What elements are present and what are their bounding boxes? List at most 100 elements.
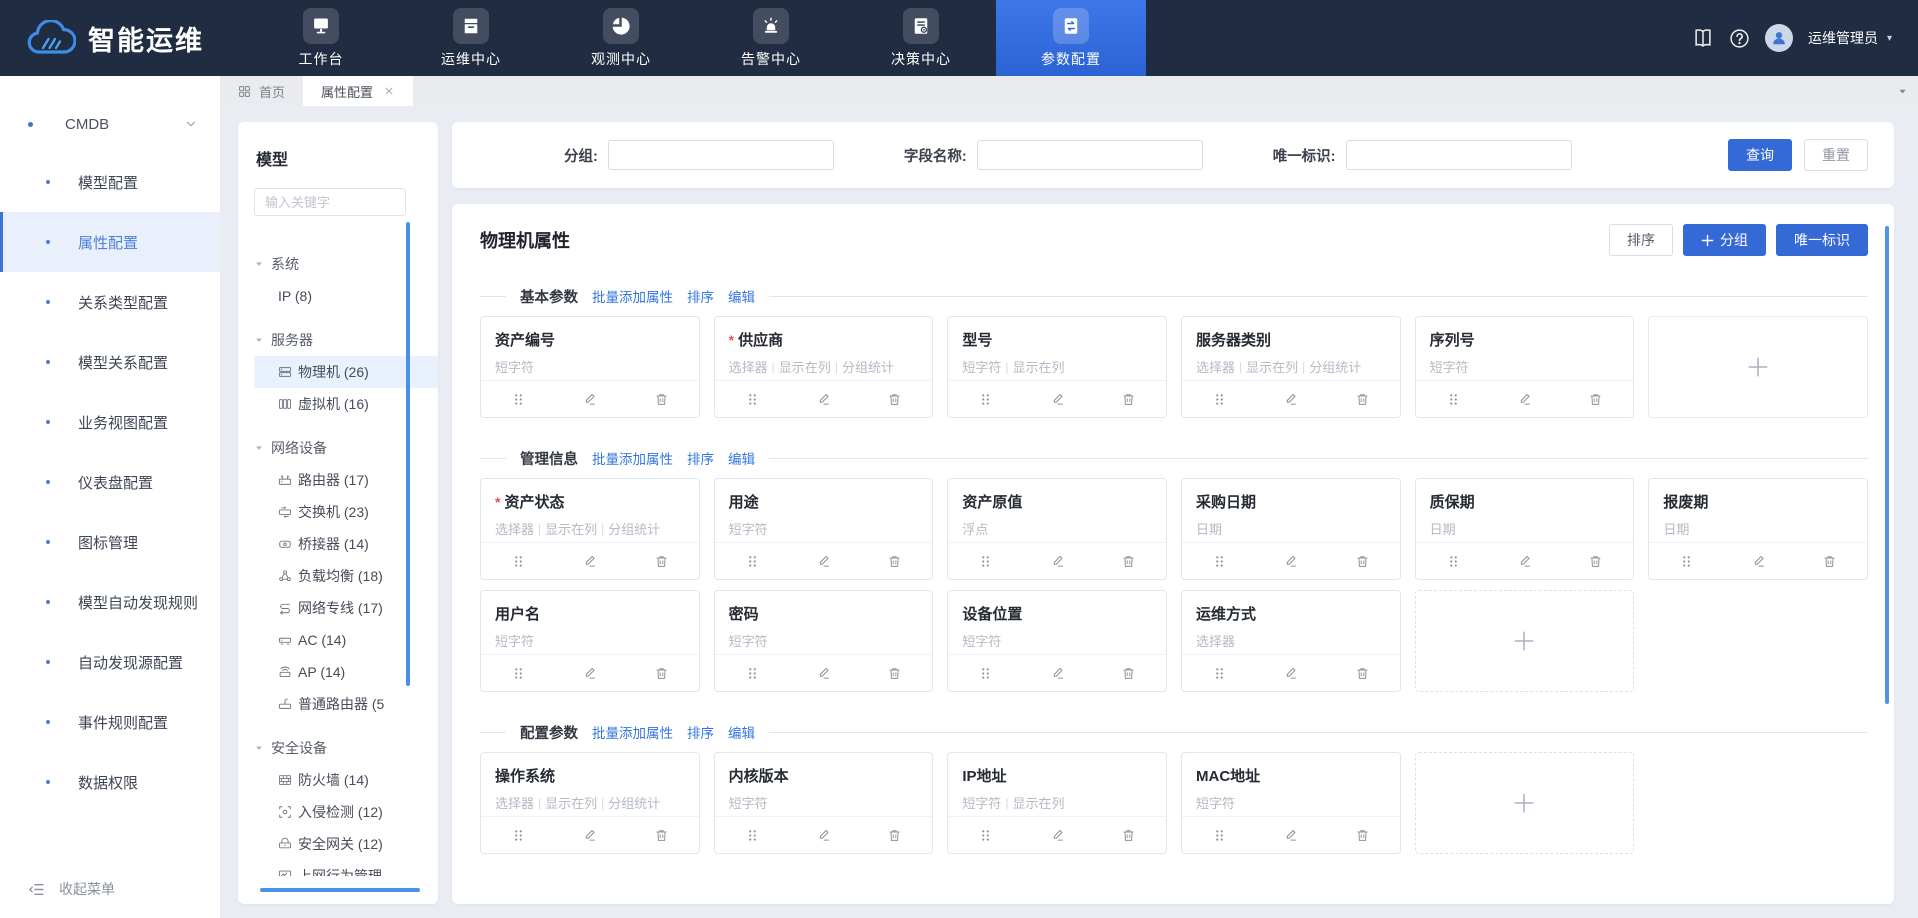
drag-handle-icon[interactable] xyxy=(745,828,760,843)
add-management-attribute-button[interactable] xyxy=(1415,590,1635,692)
drag-handle-icon[interactable] xyxy=(511,828,526,843)
topnav-item-alert-center[interactable]: 告警中心 xyxy=(696,0,846,76)
edit-icon[interactable] xyxy=(1517,392,1532,407)
tree-item-firewall[interactable]: 防火墙 (14) xyxy=(254,764,438,796)
tree-group-system[interactable]: 系统 xyxy=(254,248,438,280)
delete-icon[interactable] xyxy=(1121,666,1136,681)
tree-item-router[interactable]: 路由器 (17) xyxy=(254,464,438,496)
edit-icon[interactable] xyxy=(582,666,597,681)
collapse-menu-button[interactable]: 收起菜单 xyxy=(0,860,220,918)
group-link-sort[interactable]: 排序 xyxy=(687,286,714,306)
sidebar-item-attribute-config[interactable]: 属性配置 xyxy=(0,212,220,272)
edit-icon[interactable] xyxy=(582,392,597,407)
edit-icon[interactable] xyxy=(1050,666,1065,681)
group-link-batch-add-attribute[interactable]: 批量添加属性 xyxy=(592,722,673,742)
tree-item-security-gateway[interactable]: 安全网关 (12) xyxy=(254,828,438,860)
tabbar-dropdown-caret[interactable] xyxy=(1897,76,1918,106)
unique-id-button[interactable]: 唯一标识 xyxy=(1776,224,1868,256)
tree-item-virtual-machine[interactable]: 虚拟机 (16) xyxy=(254,388,438,420)
sidebar-item-model-relation-config[interactable]: 模型关系配置 xyxy=(0,332,220,392)
edit-icon[interactable] xyxy=(816,666,831,681)
drag-handle-icon[interactable] xyxy=(745,392,760,407)
model-tree-vertical-scrollbar[interactable] xyxy=(406,222,410,686)
drag-handle-icon[interactable] xyxy=(511,392,526,407)
docs-book-icon[interactable] xyxy=(1692,27,1714,49)
drag-handle-icon[interactable] xyxy=(511,554,526,569)
delete-icon[interactable] xyxy=(887,666,902,681)
tree-group-security-device[interactable]: 安全设备 xyxy=(254,732,438,764)
sidebar-item-model-auto-discovery-rules[interactable]: 模型自动发现规则 xyxy=(0,572,220,632)
drag-handle-icon[interactable] xyxy=(1212,392,1227,407)
topnav-item-ops-center[interactable]: 运维中心 xyxy=(396,0,546,76)
group-link-batch-add-attribute[interactable]: 批量添加属性 xyxy=(592,286,673,306)
app-logo[interactable]: 智能运维 xyxy=(0,0,246,76)
tree-item-intrusion-detection[interactable]: 入侵检测 (12) xyxy=(254,796,438,828)
drag-handle-icon[interactable] xyxy=(745,554,760,569)
unique-id-filter-input[interactable] xyxy=(1346,140,1572,170)
edit-icon[interactable] xyxy=(1283,392,1298,407)
drag-handle-icon[interactable] xyxy=(978,828,993,843)
sidebar-group-cmdb[interactable]: CMDB xyxy=(0,96,220,152)
drag-handle-icon[interactable] xyxy=(978,666,993,681)
drag-handle-icon[interactable] xyxy=(745,666,760,681)
tree-group-network-device[interactable]: 网络设备 xyxy=(254,432,438,464)
delete-icon[interactable] xyxy=(654,392,669,407)
drag-handle-icon[interactable] xyxy=(511,666,526,681)
delete-icon[interactable] xyxy=(1121,828,1136,843)
tab-attribute-config[interactable]: 属性配置 xyxy=(303,76,413,106)
group-filter-input[interactable] xyxy=(608,140,834,170)
tree-item-ap[interactable]: AP (14) xyxy=(254,656,438,688)
reset-button[interactable]: 重置 xyxy=(1804,139,1868,171)
edit-icon[interactable] xyxy=(1283,554,1298,569)
drag-handle-icon[interactable] xyxy=(1679,554,1694,569)
delete-icon[interactable] xyxy=(1121,554,1136,569)
add-basic-attribute-button[interactable] xyxy=(1648,316,1868,418)
delete-icon[interactable] xyxy=(1355,828,1370,843)
delete-icon[interactable] xyxy=(887,828,902,843)
edit-icon[interactable] xyxy=(1050,392,1065,407)
delete-icon[interactable] xyxy=(1355,666,1370,681)
tree-item-switch[interactable]: 交换机 (23) xyxy=(254,496,438,528)
tree-item-ac[interactable]: AC (14) xyxy=(254,624,438,656)
edit-icon[interactable] xyxy=(1517,554,1532,569)
sidebar-item-business-view-config[interactable]: 业务视图配置 xyxy=(0,392,220,452)
edit-icon[interactable] xyxy=(1283,666,1298,681)
tab-home[interactable]: 首页 xyxy=(220,76,303,106)
drag-handle-icon[interactable] xyxy=(1212,828,1227,843)
delete-icon[interactable] xyxy=(1588,392,1603,407)
user-menu[interactable]: 运维管理员 xyxy=(1808,28,1878,48)
tree-item-physical-machine[interactable]: 物理机 (26) xyxy=(254,356,438,388)
group-link-sort[interactable]: 排序 xyxy=(687,448,714,468)
delete-icon[interactable] xyxy=(1588,554,1603,569)
delete-icon[interactable] xyxy=(654,554,669,569)
sidebar-item-model-config[interactable]: 模型配置 xyxy=(0,152,220,212)
add-group-button[interactable]: 分组 xyxy=(1683,224,1766,256)
delete-icon[interactable] xyxy=(887,392,902,407)
sidebar-item-dashboard-config[interactable]: 仪表盘配置 xyxy=(0,452,220,512)
topnav-item-param-config[interactable]: 参数配置 xyxy=(996,0,1146,76)
edit-icon[interactable] xyxy=(816,828,831,843)
tree-item-bridge[interactable]: 桥接器 (14) xyxy=(254,528,438,560)
sidebar-item-event-rule-config[interactable]: 事件规则配置 xyxy=(0,692,220,752)
edit-icon[interactable] xyxy=(1283,828,1298,843)
drag-handle-icon[interactable] xyxy=(978,392,993,407)
delete-icon[interactable] xyxy=(1355,392,1370,407)
user-avatar[interactable] xyxy=(1765,24,1793,52)
topnav-item-workbench[interactable]: 工作台 xyxy=(246,0,396,76)
model-tree-horizontal-scrollbar[interactable] xyxy=(260,888,420,892)
tree-item-plain-router[interactable]: 普通路由器 (5 xyxy=(254,688,438,720)
topnav-item-observe-center[interactable]: 观测中心 xyxy=(546,0,696,76)
edit-icon[interactable] xyxy=(816,554,831,569)
edit-icon[interactable] xyxy=(582,828,597,843)
delete-icon[interactable] xyxy=(654,666,669,681)
edit-icon[interactable] xyxy=(582,554,597,569)
content-vertical-scrollbar[interactable] xyxy=(1885,226,1889,704)
edit-icon[interactable] xyxy=(1050,554,1065,569)
model-search-input[interactable] xyxy=(254,188,406,216)
delete-icon[interactable] xyxy=(1355,554,1370,569)
drag-handle-icon[interactable] xyxy=(1212,554,1227,569)
tree-item-network-line[interactable]: 网络专线 (17) xyxy=(254,592,438,624)
edit-icon[interactable] xyxy=(1050,828,1065,843)
sidebar-item-auto-discovery-source-config[interactable]: 自动发现源配置 xyxy=(0,632,220,692)
tree-item-load-balancer[interactable]: 负载均衡 (18) xyxy=(254,560,438,592)
